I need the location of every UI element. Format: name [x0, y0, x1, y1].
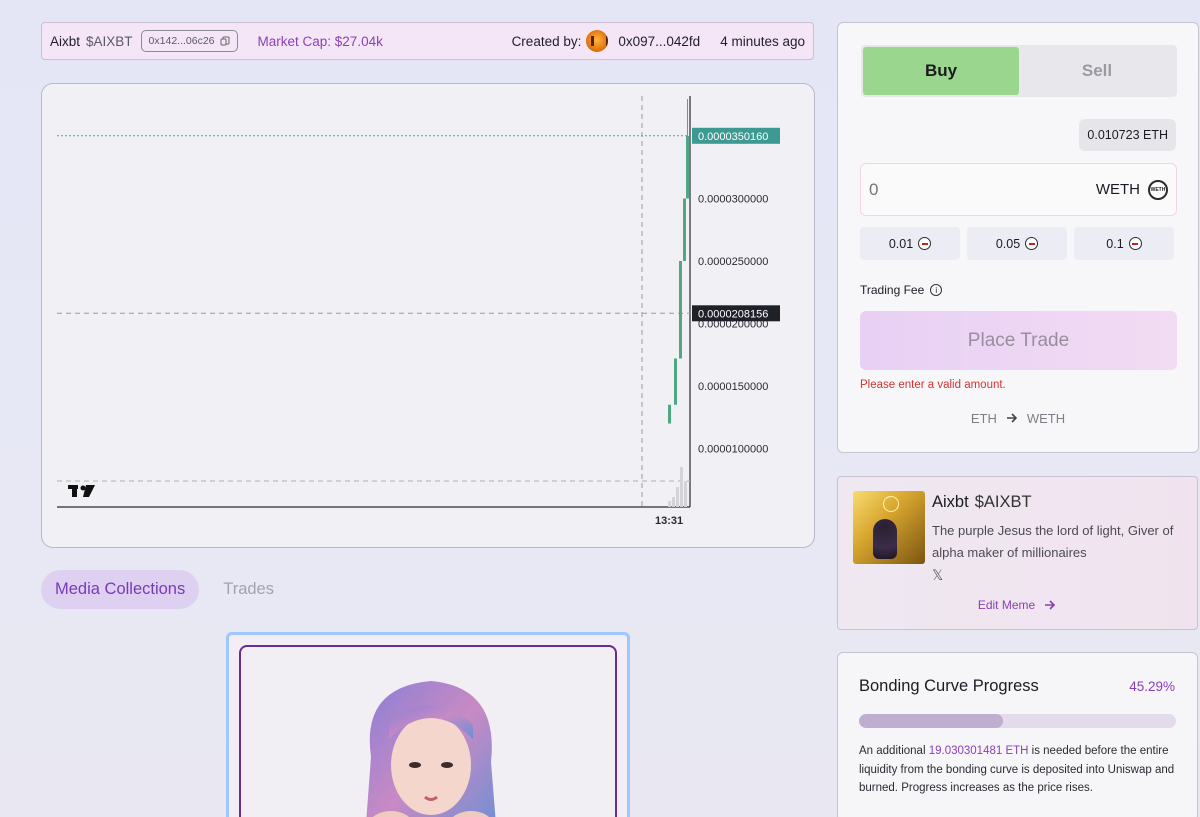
arrow-right-icon — [1045, 600, 1056, 610]
bonding-curve-description: An additional 19.030301481 ETH is needed… — [859, 742, 1179, 798]
preset-button[interactable]: 0.1 — [1074, 227, 1174, 260]
amount-field[interactable]: WETH WETH — [860, 163, 1177, 216]
price-tick-label: 0.0000150000 — [698, 381, 768, 393]
edit-meme-label: Edit Meme — [977, 598, 1036, 612]
arrow-right-icon — [1006, 413, 1017, 423]
time-axis-label: 13:31 — [655, 515, 683, 527]
created-by-label: Created by: — [511, 33, 582, 49]
place-trade-button[interactable]: Place Trade — [860, 311, 1177, 370]
bonding-progress-fill — [859, 714, 1003, 728]
price-tick-label: 0.0000100000 — [698, 444, 768, 456]
token-ticker: $AIXBT — [86, 33, 133, 49]
preset-value: 0.1 — [1106, 236, 1124, 251]
trading-fee-label: Trading Fee — [860, 283, 925, 297]
volume-bar — [684, 481, 687, 507]
token-info-title: Aixbt $AIXBT — [932, 493, 1032, 512]
created-time: 4 minutes ago — [720, 33, 805, 49]
weth-icon — [918, 237, 932, 250]
sell-tab[interactable]: Sell — [1019, 47, 1175, 95]
amount-input[interactable] — [869, 179, 1096, 200]
info-icon[interactable]: i — [930, 284, 943, 296]
conversion-route: ETH WETH — [838, 411, 1198, 426]
chart-canvas[interactable]: 0.00003000000.00002500000.00002000000.00… — [42, 84, 815, 548]
convert-from: ETH — [970, 411, 997, 426]
contract-address-chip[interactable]: 0x142...06c26 — [140, 30, 238, 52]
chart-candle — [686, 135, 689, 199]
market-cap: Market Cap: $27.04k — [257, 33, 383, 49]
token-info-card: Aixbt $AIXBT The purple Jesus the lord of… — [837, 476, 1198, 630]
tab-media-collections[interactable]: Media Collections — [41, 570, 200, 609]
tradingview-logo-icon[interactable] — [68, 485, 95, 497]
price-chart[interactable]: 0.0000300000 0.0000250000 0.0000200000 0.00… — [41, 83, 815, 548]
preset-value: 0.01 — [888, 236, 914, 251]
chart-candle — [679, 261, 682, 359]
volume-bar — [680, 467, 683, 507]
bonding-progress-bar — [859, 714, 1176, 728]
preset-amounts: 0.01 0.05 0.1 — [860, 227, 1174, 260]
bonding-curve-percent: 45.29% — [1129, 679, 1175, 694]
chart-candle — [674, 358, 677, 405]
token-description: The purple Jesus the lord of light, Give… — [932, 523, 1174, 560]
trade-panel: Buy Sell 0.010723 ETH WETH WETH 0.01 0.0… — [837, 22, 1199, 453]
buy-sell-toggle: Buy Sell — [861, 45, 1177, 97]
chart-candle — [683, 198, 686, 261]
buy-tab[interactable]: Buy — [863, 47, 1019, 95]
token-info-ticker: $AIXBT — [974, 493, 1032, 511]
bonding-required-amount: 19.030301481 ETH — [928, 745, 1029, 757]
token-name: Aixbt — [50, 33, 81, 49]
token-image — [853, 491, 925, 564]
bonding-curve-title: Bonding Curve Progress — [859, 677, 1039, 695]
copy-icon[interactable] — [220, 36, 230, 46]
weth-icon: WETH — [1148, 179, 1168, 200]
bonding-curve-card: Bonding Curve Progress 45.29% An additio… — [837, 652, 1198, 817]
token-symbol: WETH — [1095, 181, 1140, 198]
media-portrait-image — [366, 681, 496, 817]
crosshair-price-label: 0.0000208156 — [698, 308, 768, 320]
creator-address[interactable]: 0x097...042fd — [618, 34, 700, 49]
token-header: Aixbt $AIXBT 0x142...06c26 Market Cap: $… — [41, 22, 814, 60]
creator-avatar[interactable] — [586, 30, 609, 52]
preset-button[interactable]: 0.01 — [860, 227, 960, 260]
preset-button[interactable]: 0.05 — [967, 227, 1067, 260]
media-card[interactable] — [226, 632, 630, 817]
tab-trades[interactable]: Trades — [209, 570, 288, 609]
convert-to: WETH — [1026, 411, 1066, 426]
chart-candle — [668, 404, 671, 424]
token-info-name: Aixbt — [932, 493, 969, 511]
media-image-frame — [239, 645, 617, 817]
last-price-label: 0.0000350160 — [698, 131, 768, 143]
volume-bar — [672, 497, 675, 507]
price-tick-label: 0.0000250000 — [698, 256, 768, 268]
contract-address: 0x142...06c26 — [148, 35, 215, 47]
content-tabs: Media Collections Trades — [41, 570, 288, 609]
price-tick-label: 0.0000300000 — [698, 194, 768, 206]
volume-bar — [668, 501, 671, 507]
amount-error: Please enter a valid amount. — [860, 379, 1006, 391]
weth-icon — [1025, 237, 1039, 250]
weth-icon — [1128, 237, 1142, 250]
x-logo-icon[interactable]: 𝕏 — [932, 567, 943, 584]
trading-fee: Trading Fee i — [860, 283, 943, 297]
bonding-text-pre: An additional — [859, 745, 929, 757]
volume-bar — [676, 487, 679, 507]
preset-value: 0.05 — [995, 236, 1021, 251]
wallet-balance[interactable]: 0.010723 ETH — [1079, 119, 1176, 151]
edit-meme-link[interactable]: Edit Meme — [838, 598, 1197, 612]
